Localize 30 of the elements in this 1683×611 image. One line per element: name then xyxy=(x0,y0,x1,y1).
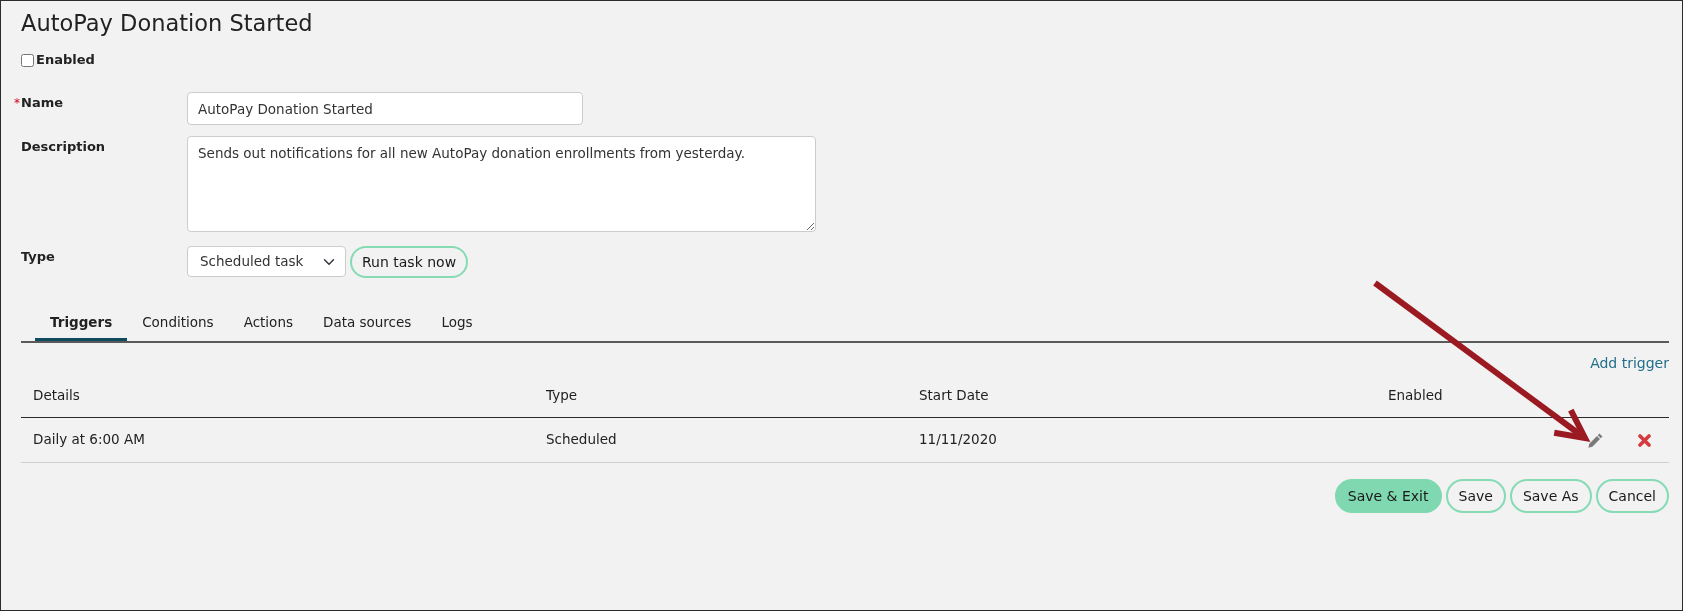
column-header: Start Date xyxy=(907,373,1376,417)
delete-x-icon[interactable] xyxy=(1638,433,1651,447)
field-label: Type xyxy=(21,248,55,266)
field-label: Description xyxy=(21,138,106,156)
column-header: Type xyxy=(534,373,907,417)
tab[interactable]: Conditions xyxy=(127,306,229,341)
table-cell: Daily at 6:00 AM xyxy=(21,417,534,462)
tab[interactable]: Triggers xyxy=(35,306,128,341)
action-button[interactable]: Save xyxy=(1445,478,1506,513)
tab[interactable]: Logs xyxy=(426,306,488,341)
column-header: Details xyxy=(21,373,534,417)
enabled-label: Enabled xyxy=(36,51,95,69)
action-button[interactable]: Cancel xyxy=(1595,478,1669,513)
required-asterisk: * xyxy=(14,96,20,110)
page-title: AutoPay Donation Started xyxy=(21,9,314,37)
run-task-button[interactable]: Run task now xyxy=(350,246,469,278)
table-cell: Scheduled xyxy=(534,417,907,462)
tab[interactable]: Data sources xyxy=(308,306,427,341)
action-button[interactable]: Save & Exit xyxy=(1334,478,1442,513)
tab[interactable]: Actions xyxy=(228,306,308,341)
action-button[interactable]: Save As xyxy=(1509,478,1592,513)
enabled-checkbox[interactable] xyxy=(21,53,34,67)
name-input[interactable]: AutoPay Donation Started xyxy=(187,92,583,125)
table-cell: 11/11/2020 xyxy=(907,417,1376,462)
type-select[interactable]: Scheduled task xyxy=(187,246,346,277)
column-header: Enabled xyxy=(1376,373,1570,417)
add-trigger-link[interactable]: Add trigger xyxy=(1590,355,1669,371)
description-textarea[interactable]: Sends out notifications for all new AutoPay donation enrollments from yesterday. xyxy=(187,136,816,232)
edit-pencil-icon[interactable] xyxy=(1587,432,1603,448)
field-label: Name xyxy=(21,94,63,112)
